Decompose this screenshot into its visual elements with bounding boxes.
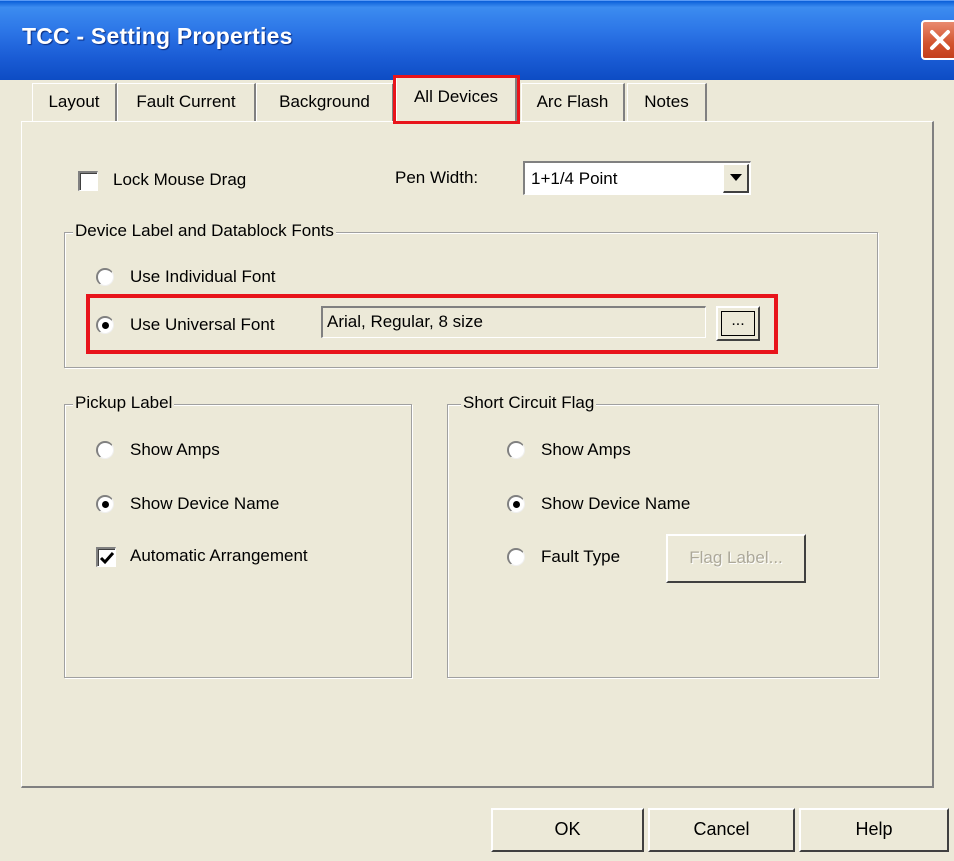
device-fonts-group <box>64 232 878 368</box>
flag-label-button[interactable]: Flag Label... <box>666 534 806 583</box>
use-individual-font-radio[interactable] <box>96 268 114 286</box>
pen-width-select[interactable]: 1+1/4 Point <box>523 161 751 195</box>
radio-selected-dot <box>102 322 109 329</box>
flag-fault-type-radio[interactable] <box>507 548 525 566</box>
tab-fault-current[interactable]: Fault Current <box>117 83 256 121</box>
pickup-show-device-name-label: Show Device Name <box>130 494 280 513</box>
radio-selected-dot <box>513 501 520 508</box>
title-bar: TCC - Setting Properties <box>0 0 954 80</box>
flag-show-device-name-radio[interactable] <box>507 495 525 513</box>
flag-show-amps-label: Show Amps <box>541 440 631 459</box>
tab-layout[interactable]: Layout <box>32 83 117 121</box>
pen-width-dropdown-button[interactable] <box>723 164 749 193</box>
use-universal-font-label: Use Universal Font <box>130 315 275 334</box>
pickup-show-amps-radio[interactable] <box>96 441 114 459</box>
window-title: TCC - Setting Properties <box>22 23 293 49</box>
cancel-button[interactable]: Cancel <box>648 808 795 852</box>
font-browse-button[interactable]: ... <box>716 306 760 341</box>
checkmark-icon <box>99 552 115 565</box>
pickup-show-device-name-radio[interactable] <box>96 495 114 513</box>
tab-notes[interactable]: Notes <box>627 83 707 121</box>
flag-show-amps-radio[interactable] <box>507 441 525 459</box>
short-circuit-flag-group-title: Short Circuit Flag <box>461 393 597 413</box>
tab-background[interactable]: Background <box>256 83 394 121</box>
pickup-show-amps-label: Show Amps <box>130 440 220 459</box>
tab-all-devices[interactable]: All Devices <box>396 76 517 123</box>
flag-show-device-name-label: Show Device Name <box>541 494 691 513</box>
close-icon <box>930 30 950 50</box>
close-button[interactable] <box>921 20 954 60</box>
tab-arc-flash[interactable]: Arc Flash <box>521 83 625 121</box>
pickup-label-group-title: Pickup Label <box>73 393 175 413</box>
automatic-arrangement-checkbox[interactable] <box>96 547 116 567</box>
pen-width-label: Pen Width: <box>395 168 479 187</box>
use-individual-font-label: Use Individual Font <box>130 267 276 286</box>
ok-button[interactable]: OK <box>491 808 644 852</box>
device-fonts-group-title: Device Label and Datablock Fonts <box>73 221 336 241</box>
chevron-down-icon <box>730 174 742 181</box>
automatic-arrangement-label: Automatic Arrangement <box>130 546 308 565</box>
pen-width-value: 1+1/4 Point <box>531 169 618 188</box>
help-button[interactable]: Help <box>799 808 949 852</box>
use-universal-font-radio[interactable] <box>96 316 114 334</box>
radio-selected-dot <box>102 501 109 508</box>
lock-mouse-drag-checkbox[interactable] <box>78 171 98 191</box>
lock-mouse-drag-label: Lock Mouse Drag <box>113 170 247 189</box>
pickup-label-group <box>64 404 412 678</box>
flag-fault-type-label: Fault Type <box>541 547 621 566</box>
universal-font-display: Arial, Regular, 8 size <box>321 306 706 338</box>
